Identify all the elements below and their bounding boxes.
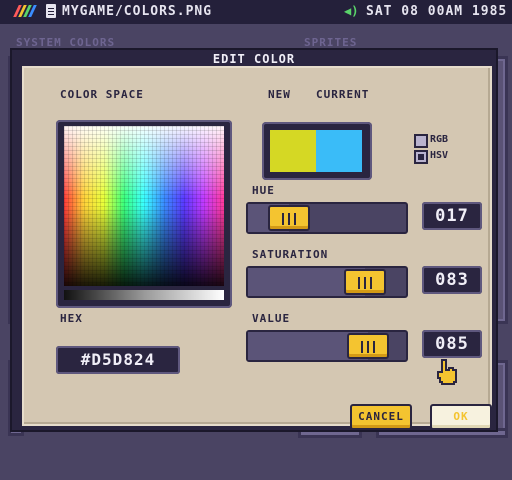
saturation-slider-thumb[interactable] (344, 269, 386, 295)
rgb-radio[interactable] (414, 134, 428, 148)
file-name: MYGAME/COLORS.PNG (62, 4, 213, 19)
clock: SAT 08 00AM 1985 (366, 4, 508, 19)
cancel-button[interactable]: CANCEL (350, 404, 412, 430)
file-icon (46, 4, 56, 18)
current-color-swatch[interactable] (316, 130, 362, 172)
hsv-label: HSV (430, 150, 449, 161)
color-space-picker[interactable] (56, 120, 232, 308)
hand-cursor-icon (437, 359, 457, 385)
menu-bar: MYGAME/COLORS.PNG ◀) SAT 08 00AM 1985 (0, 0, 512, 24)
rgb-label: RGB (430, 134, 449, 145)
value-value-field[interactable]: 085 (422, 330, 482, 358)
saturation-value-field[interactable]: 083 (422, 266, 482, 294)
logo-icon[interactable] (13, 5, 42, 17)
color-space-grid (64, 126, 224, 286)
hue-slider[interactable] (246, 202, 408, 234)
dialog-body: COLOR SPACE NEW CURRENT RGB HSV HUE 017 … (22, 66, 492, 430)
new-label: NEW (268, 88, 291, 101)
speaker-icon[interactable]: ◀) (344, 5, 358, 17)
hex-field[interactable]: #D5D824 (56, 346, 180, 374)
saturation-label: SATURATION (252, 248, 329, 261)
current-label: CURRENT (316, 88, 370, 101)
color-space-label: COLOR SPACE (60, 88, 144, 101)
edit-color-dialog: EDIT COLOR COLOR SPACE NEW CURRENT RGB H… (10, 48, 498, 432)
ok-button[interactable]: OK (430, 404, 492, 430)
color-preview (262, 122, 372, 180)
value-slider[interactable] (246, 330, 408, 362)
new-color-swatch (270, 130, 316, 172)
saturation-slider[interactable] (246, 266, 408, 298)
hue-slider-thumb[interactable] (268, 205, 310, 231)
hue-label: HUE (252, 184, 275, 197)
value-label: VALUE (252, 312, 291, 325)
value-slider-thumb[interactable] (347, 333, 389, 359)
hue-value-field[interactable]: 017 (422, 202, 482, 230)
dialog-title: EDIT COLOR (212, 52, 296, 66)
hsv-radio[interactable] (414, 150, 428, 164)
grayscale-strip[interactable] (64, 290, 224, 300)
hex-label: HEX (60, 312, 83, 325)
